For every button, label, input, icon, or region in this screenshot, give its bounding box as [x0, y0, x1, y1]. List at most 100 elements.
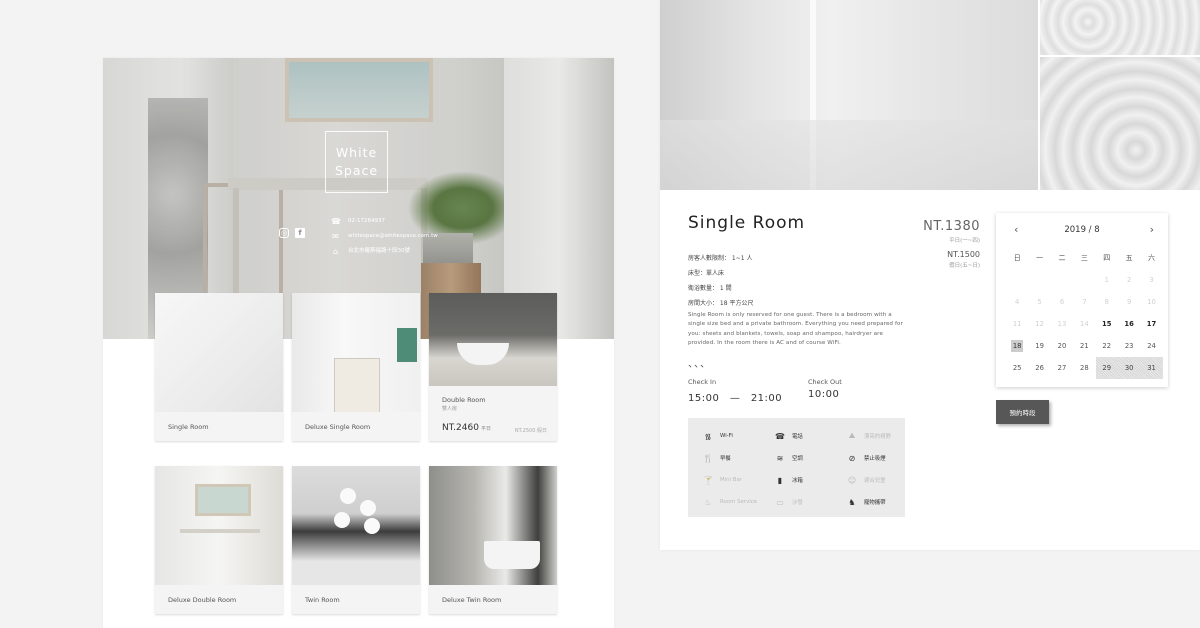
- calendar-day: 12: [1035, 320, 1044, 328]
- price-weekday-note: 平日(一~四): [949, 238, 980, 244]
- spec-bathroom: 衛浴數量： 1 間: [688, 285, 732, 292]
- chevron-right-icon[interactable]: ›: [1150, 223, 1154, 236]
- brand-logo[interactable]: White Space: [325, 131, 388, 193]
- room-card-label: Deluxe Twin Room: [442, 596, 502, 604]
- room-card-label: Single Room: [168, 423, 209, 431]
- phone-icon: ☎: [775, 431, 785, 441]
- price-weekend-note: 假日(五~日): [949, 263, 980, 269]
- calendar-day[interactable]: 15: [1096, 313, 1118, 335]
- calendar-day: 1: [1104, 276, 1109, 284]
- amenity-item: ♞ 寵物攜帶: [844, 491, 916, 513]
- instagram-icon[interactable]: ◎: [279, 228, 289, 238]
- room-card-single[interactable]: Single Room: [155, 293, 283, 441]
- room-photo: [155, 293, 283, 412]
- room-photo: [429, 293, 557, 386]
- calendar-weekday: 日: [1013, 254, 1021, 262]
- room-card-label: Double Room: [442, 396, 486, 404]
- book-button[interactable]: 預約時段: [996, 400, 1049, 424]
- child-friendly-icon: ☺: [847, 475, 857, 485]
- amenity-item: ≋ 空調: [772, 447, 844, 469]
- room-card-double[interactable]: Double Room 雙人房 NT.2460 平日 NT.2500 假日: [429, 293, 557, 441]
- calendar-day: 3: [1149, 276, 1154, 284]
- calendar-day[interactable]: 16: [1118, 313, 1140, 335]
- price-value: NT.2460: [442, 423, 479, 433]
- calendar-blank: [1073, 269, 1095, 291]
- amenity-label: 寵物攜帶: [864, 500, 886, 506]
- home-page-mockup: White Space ◎ f ☎ 02-17264937 ✉ whitespace…: [103, 58, 614, 628]
- room-price-block: NT.1380 平日(一~四) NT.1500 假日(五~日): [890, 219, 980, 269]
- calendar-day[interactable]: 22: [1096, 335, 1118, 357]
- room-photo: [155, 466, 283, 585]
- pet-icon: ♞: [848, 497, 856, 507]
- room-photo: [292, 466, 420, 585]
- calendar-day[interactable]: 19: [1028, 335, 1050, 357]
- room-card-twin[interactable]: Twin Room: [292, 466, 420, 614]
- calendar-day: 30: [1117, 357, 1141, 379]
- room-card-deluxe-double[interactable]: Deluxe Double Room: [155, 466, 283, 614]
- room-card-label: Deluxe Double Room: [168, 596, 237, 604]
- calendar-day[interactable]: 18: [1006, 335, 1028, 357]
- price-note: 平日: [480, 426, 491, 432]
- calendar-day: 9: [1126, 298, 1132, 306]
- amenity-label: 禁止吸煙: [864, 456, 886, 462]
- calendar-day: 10: [1147, 298, 1156, 306]
- spec-bed: 床型：單人床: [688, 270, 725, 277]
- calendar-day[interactable]: 23: [1118, 335, 1140, 357]
- calendar-weekday: 五: [1125, 254, 1133, 262]
- calendar-day[interactable]: 27: [1051, 357, 1073, 379]
- room-gallery-thumb[interactable]: [1040, 0, 1200, 55]
- amenity-label: 沙發: [792, 500, 803, 506]
- calendar-day: 4: [1015, 298, 1020, 306]
- calendar-day: 6: [1059, 298, 1065, 306]
- mail-icon: ✉: [332, 232, 339, 241]
- check-out-time: 10:00: [808, 389, 840, 400]
- spec-size: 房間大小： 18 平方公尺: [688, 300, 754, 307]
- calendar-weekday: 二: [1058, 254, 1066, 262]
- calendar-day: 2: [1126, 276, 1132, 284]
- room-card-price-weekend: NT.2500 假日: [514, 428, 547, 434]
- sofa-icon: ▭: [776, 497, 784, 507]
- view-icon: ⛰: [848, 431, 856, 440]
- amenity-label: 冰箱: [792, 478, 803, 484]
- room-card-deluxe-single[interactable]: Deluxe Single Room: [292, 293, 420, 441]
- check-out-label: Check Out: [808, 378, 842, 386]
- amenity-item: ▮ 冰箱: [772, 469, 844, 491]
- amenities-grid: ᯾ Wi-Fi ☎ 電話 ⛰ 漂亮的視野 🍴 早餐 ≋ 空調 ⊘ 禁止吸煙 🍸 Mini Bar ▮ 冰箱 ☺ 適…: [700, 425, 905, 513]
- room-gallery-thumb[interactable]: [1040, 57, 1200, 190]
- calendar-weekday: 三: [1080, 254, 1088, 262]
- price-weekend: NT.1500: [947, 250, 980, 259]
- calendar-day: 8: [1104, 298, 1109, 306]
- calendar-day[interactable]: 26: [1028, 357, 1050, 379]
- room-card-deluxe-twin[interactable]: Deluxe Twin Room: [429, 466, 557, 614]
- room-card-sublabel: 雙人房: [442, 406, 458, 412]
- amenity-label: 空調: [792, 456, 803, 462]
- amenity-label: 漂亮的視野: [864, 434, 891, 440]
- room-specs: 房客人數限制： 1~1 人 床型：單人床 衛浴數量： 1 間 房間大小： 18 …: [688, 251, 753, 311]
- wifi-icon: ᯾: [704, 431, 712, 441]
- facebook-icon[interactable]: f: [295, 228, 305, 238]
- calendar-day: 7: [1082, 298, 1087, 306]
- calendar-day[interactable]: 21: [1073, 335, 1095, 357]
- check-in: Check In 15:00 — 21:00: [688, 378, 782, 404]
- room-title: Single Room: [688, 213, 806, 233]
- contact-address: ⌂ 台北市羅斯福路十段30號: [331, 244, 438, 259]
- calendar-day[interactable]: 20: [1051, 335, 1073, 357]
- spec-guests: 房客人數限制： 1~1 人: [688, 255, 753, 262]
- amenity-item: ⛰ 漂亮的視野: [844, 425, 916, 447]
- calendar-weekday: 六: [1148, 254, 1156, 262]
- room-card-label: Twin Room: [305, 596, 340, 604]
- air-conditioner-icon: ≋: [776, 453, 784, 463]
- calendar-day[interactable]: 24: [1140, 335, 1162, 357]
- contact-phone: ☎ 02-17264937: [331, 214, 438, 229]
- brand-line-1: White: [335, 145, 378, 160]
- calendar-day[interactable]: 25: [1006, 357, 1028, 379]
- calendar-blank: [1028, 269, 1050, 291]
- calendar-day[interactable]: 17: [1140, 313, 1162, 335]
- calendar-weekday: 四: [1103, 254, 1111, 262]
- calendar-day: 11: [1012, 320, 1022, 328]
- calendar-day[interactable]: 28: [1073, 357, 1095, 379]
- room-gallery-main-photo[interactable]: [660, 0, 1038, 190]
- room-detail-mockup: Single Room NT.1380 平日(一~四) NT.1500 假日(五…: [660, 0, 1200, 550]
- home-icon: ⌂: [332, 247, 339, 256]
- price-weekday: NT.1380: [923, 219, 980, 234]
